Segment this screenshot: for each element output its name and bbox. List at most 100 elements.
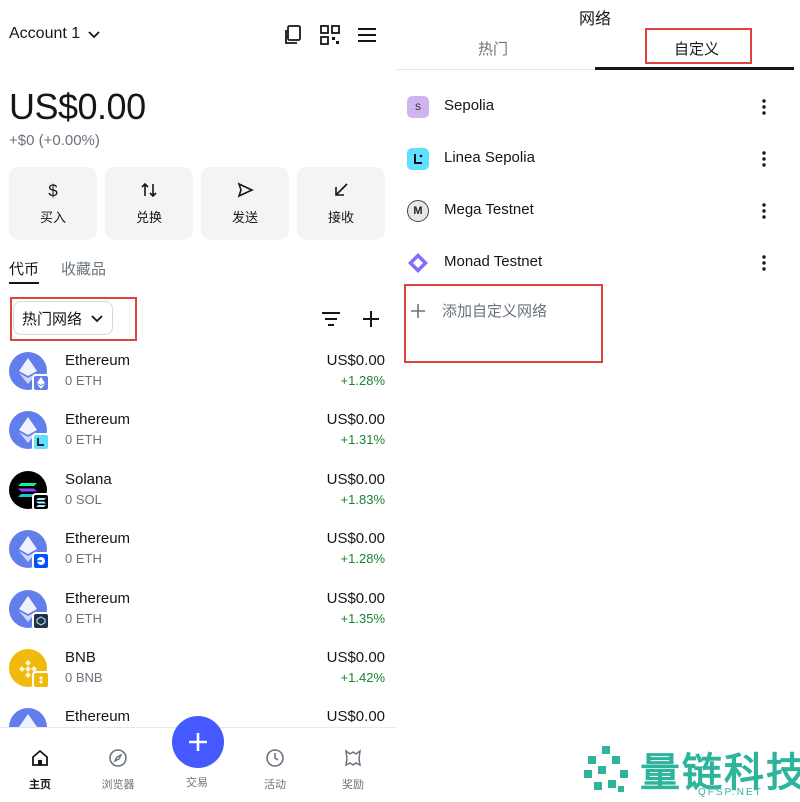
swap-icon bbox=[141, 182, 157, 198]
send-label: 发送 bbox=[231, 210, 258, 225]
filter-icon[interactable] bbox=[320, 308, 342, 330]
balance-change: +$0 (+0.00%) bbox=[9, 132, 100, 149]
networks-title: 网络 bbox=[578, 11, 611, 28]
clock-icon bbox=[266, 749, 284, 767]
send-button[interactable]: 发送 bbox=[201, 167, 289, 240]
send-icon bbox=[237, 182, 254, 198]
token-row[interactable]: BNB 0 BNB US$0.00 +1.42% bbox=[0, 649, 396, 705]
nav-trade-label: 交易 bbox=[186, 777, 208, 789]
token-row[interactable]: Ethereum 0 ETH US$0.00 +1.28% bbox=[0, 352, 396, 408]
wallet-panel: Account 1 US$0.00 +$0 (+0.00%) $ 买入 兑换 发… bbox=[0, 0, 396, 802]
network-name: Linea Sepolia bbox=[444, 149, 535, 166]
tab-tokens[interactable]: 代币 bbox=[9, 258, 39, 279]
more-options-icon[interactable] bbox=[758, 97, 770, 117]
receive-button[interactable]: 接收 bbox=[297, 167, 385, 240]
tab-collectibles[interactable]: 收藏品 bbox=[61, 258, 106, 279]
tab-popular[interactable]: 热门 bbox=[478, 38, 508, 59]
networks-panel: 网络 热门 自定义 S Sepolia Linea Sepolia M Mega… bbox=[396, 0, 800, 802]
more-options-icon[interactable] bbox=[758, 149, 770, 169]
token-value: US$0.00 bbox=[326, 649, 385, 666]
token-row[interactable]: Ethereum 0 ETH US$0.00 +1.28% bbox=[0, 530, 396, 586]
token-quantity: 0 BNB bbox=[65, 670, 103, 685]
nav-activity[interactable]: 活动 bbox=[245, 748, 305, 792]
qr-code-icon[interactable] bbox=[319, 24, 341, 46]
trade-fab-button[interactable] bbox=[172, 716, 224, 768]
account-name: Account 1 bbox=[9, 25, 81, 42]
compass-icon bbox=[109, 749, 127, 767]
watermark-logo bbox=[584, 746, 628, 792]
account-selector[interactable]: Account 1 bbox=[9, 25, 102, 43]
nav-activity-label: 活动 bbox=[264, 779, 286, 791]
token-row[interactable]: Ethereum 0 ETH US$0.00 +1.35% bbox=[0, 590, 396, 646]
token-quantity: 0 ETH bbox=[65, 551, 102, 566]
token-quantity: 0 ETH bbox=[65, 373, 102, 388]
ethereum-badge-icon bbox=[32, 374, 50, 392]
tab-tokens-underline bbox=[9, 282, 39, 284]
ethereum-icon bbox=[9, 708, 47, 728]
more-options-icon[interactable] bbox=[758, 253, 770, 273]
token-change: +1.28% bbox=[340, 551, 385, 566]
highlight-box bbox=[645, 28, 752, 64]
receive-icon bbox=[335, 183, 348, 196]
nav-rewards[interactable]: 奖励 bbox=[323, 748, 383, 792]
network-item-mega-testnet[interactable]: M Mega Testnet bbox=[396, 191, 794, 231]
solana-badge-icon bbox=[32, 493, 50, 511]
buy-button[interactable]: $ 买入 bbox=[9, 167, 97, 240]
chevron-down-icon bbox=[88, 31, 100, 39]
token-change: +1.35% bbox=[340, 611, 385, 626]
token-row[interactable]: Ethereum 0 ETH US$0.00 +1.31% bbox=[0, 411, 396, 467]
network-item-monad-testnet[interactable]: Monad Testnet bbox=[396, 243, 794, 283]
token-value: US$0.00 bbox=[326, 590, 385, 607]
base-badge-icon bbox=[32, 552, 50, 570]
plus-icon bbox=[189, 733, 207, 751]
swap-button[interactable]: 兑换 bbox=[105, 167, 193, 240]
network-name: Sepolia bbox=[444, 97, 495, 114]
receive-label: 接收 bbox=[327, 210, 354, 225]
token-name: Ethereum bbox=[65, 411, 131, 428]
token-change: +1.83% bbox=[340, 492, 385, 507]
copy-icon[interactable] bbox=[282, 24, 304, 46]
linea-badge-icon bbox=[32, 433, 50, 451]
mega-icon: M bbox=[407, 200, 429, 222]
token-change: +1.42% bbox=[340, 670, 385, 685]
nav-home-label: 主页 bbox=[29, 779, 51, 791]
nav-home[interactable]: 主页 bbox=[10, 748, 70, 792]
token-value: US$0.00 bbox=[326, 352, 385, 369]
token-name: Ethereum bbox=[65, 590, 131, 607]
watermark: 量链科技 QFSP.NET bbox=[580, 740, 800, 800]
network-item-linea-sepolia[interactable]: Linea Sepolia bbox=[396, 139, 794, 179]
token-name: Ethereum bbox=[65, 352, 131, 369]
nav-browser-label: 浏览器 bbox=[101, 779, 135, 791]
dollar-icon: $ bbox=[48, 181, 58, 199]
balance-amount: US$0.00 bbox=[9, 86, 146, 127]
token-quantity: 0 ETH bbox=[65, 611, 102, 626]
watermark-subtext: QFSP.NET bbox=[698, 787, 763, 798]
svg-text:$: $ bbox=[48, 181, 58, 199]
token-name: Solana bbox=[65, 471, 112, 488]
highlight-box bbox=[10, 297, 137, 341]
token-change: +1.31% bbox=[340, 432, 385, 447]
token-quantity: 0 SOL bbox=[65, 492, 102, 507]
token-change: +1.28% bbox=[340, 373, 385, 388]
home-icon bbox=[32, 749, 48, 766]
token-value: US$0.00 bbox=[326, 530, 385, 547]
tab-custom-underline bbox=[595, 67, 794, 70]
buy-label: 买入 bbox=[39, 210, 66, 225]
nav-rewards-label: 奖励 bbox=[342, 779, 364, 791]
nav-browser[interactable]: 浏览器 bbox=[88, 748, 148, 792]
highlight-box bbox=[404, 284, 603, 363]
add-token-icon[interactable] bbox=[360, 308, 382, 330]
menu-icon[interactable] bbox=[356, 24, 378, 46]
bnb-badge-icon bbox=[32, 671, 50, 689]
network-item-sepolia[interactable]: S Sepolia bbox=[396, 87, 794, 127]
token-name: Ethereum bbox=[65, 708, 131, 725]
token-name: Ethereum bbox=[65, 530, 131, 547]
token-quantity: 0 ETH bbox=[65, 432, 102, 447]
network-name: Monad Testnet bbox=[444, 253, 543, 270]
token-value: US$0.00 bbox=[326, 411, 385, 428]
more-options-icon[interactable] bbox=[758, 201, 770, 221]
token-row[interactable]: Solana 0 SOL US$0.00 +1.83% bbox=[0, 471, 396, 527]
nav-trade[interactable]: 交易 bbox=[167, 774, 227, 790]
linea-icon bbox=[407, 148, 429, 170]
token-value: US$0.00 bbox=[326, 708, 385, 725]
